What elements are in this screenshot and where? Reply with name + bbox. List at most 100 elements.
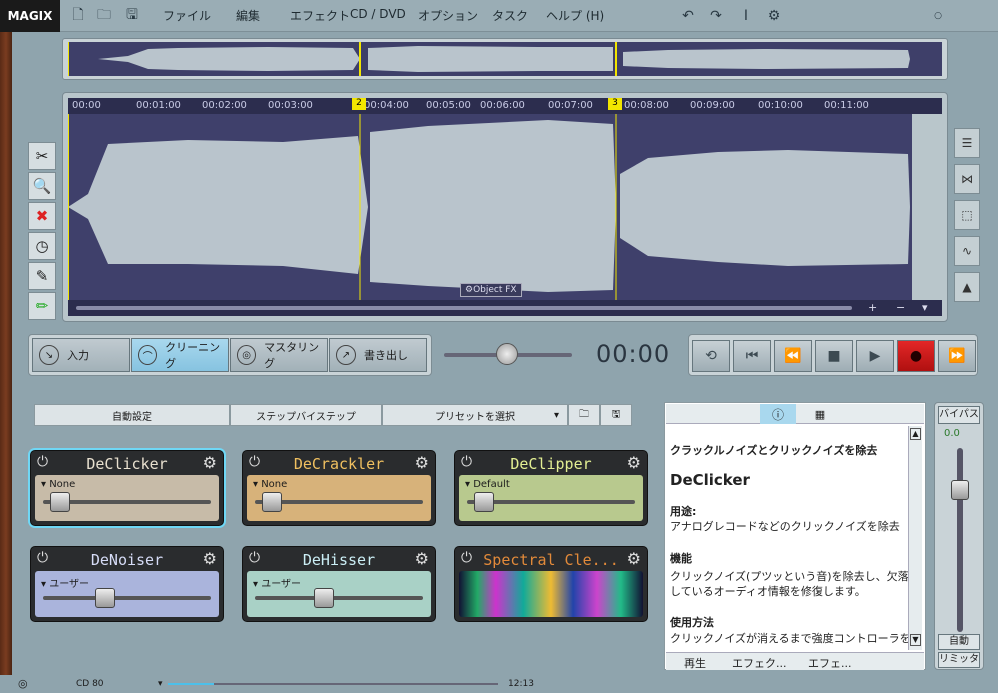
play-tab[interactable]: 再生 — [684, 655, 706, 671]
menu-help[interactable]: ヘルプ (H) — [546, 7, 604, 24]
object-fx-button[interactable]: ⚙ Object FX — [460, 283, 522, 297]
draw-icon[interactable]: ✏ — [28, 292, 56, 320]
effect-card[interactable]: ⏻ DeNoiser ⚙ ▾ ユーザー — [30, 546, 224, 622]
preset-dropdown[interactable]: ▾ None — [41, 479, 75, 490]
mode-cleaning-button[interactable]: ⌒ クリーニング — [131, 338, 229, 372]
cd-progress — [168, 683, 498, 685]
scroll-down-icon[interactable]: ▼ — [910, 634, 921, 646]
preset-dropdown[interactable]: ▾ None — [253, 479, 287, 490]
delete-icon[interactable]: ✖ — [28, 202, 56, 230]
stop-icon[interactable]: ■ — [815, 340, 853, 372]
overview-waveform[interactable] — [68, 42, 942, 76]
effect-slider-knob[interactable] — [474, 492, 495, 512]
window-dot-icon[interactable]: ○ — [930, 8, 946, 24]
mirror-icon[interactable]: ⋈ — [954, 164, 980, 194]
scissors-icon[interactable]: ✂ — [28, 142, 56, 170]
zoom-icon[interactable]: 🔍 — [28, 172, 56, 200]
settings-icon[interactable]: ⚙ — [766, 8, 782, 24]
meter-tab-icon[interactable]: ▦ — [802, 404, 838, 424]
output-fader-track[interactable] — [957, 448, 963, 632]
pencil-icon[interactable]: ✎ — [28, 262, 56, 290]
marker-3[interactable]: 3 — [608, 98, 622, 110]
info-tab-icon[interactable]: ⓘ — [760, 404, 796, 424]
menu-options[interactable]: オプション — [418, 7, 478, 24]
view-menu-button[interactable]: ▾ — [922, 301, 928, 314]
cursor-icon[interactable]: I — [738, 8, 754, 24]
effect-name: DeClicker — [86, 455, 168, 473]
effect-tab-2[interactable]: エフェ... — [808, 655, 852, 671]
effect-slider-track[interactable] — [255, 596, 423, 600]
open-folder-icon[interactable]: 🗀 — [96, 7, 112, 24]
auto-button[interactable]: 自動 — [938, 634, 980, 650]
effect-card[interactable]: ⏻ Spectral Cle... ⚙ — [454, 546, 648, 622]
auto-setting-button[interactable]: 自動設定 — [34, 404, 230, 426]
menu-effects[interactable]: エフェクト — [290, 7, 350, 24]
scroll-thumb[interactable] — [76, 306, 852, 310]
preset-dropdown[interactable]: ▾ ユーザー — [253, 575, 301, 590]
open-preset-icon[interactable]: 🗀 — [568, 404, 600, 426]
gear-icon[interactable]: ⚙ — [203, 453, 217, 472]
play-icon[interactable]: ▶ — [856, 340, 894, 372]
mode-export-button[interactable]: ↗ 書き出し — [329, 338, 427, 372]
skip-start-icon[interactable]: ⏮ — [733, 340, 771, 372]
gear-icon[interactable]: ⚙ — [627, 453, 641, 472]
main-waveform[interactable] — [68, 114, 912, 300]
chevron-down-icon: ▾ — [41, 479, 50, 490]
info-use-text: アナログレコードなどのクリックノイズを除去 — [670, 520, 900, 533]
effect-card[interactable]: ⏻ DeClipper ⚙ ▾ Default — [454, 450, 648, 526]
effect-slider-track[interactable] — [43, 596, 211, 600]
position-slider-knob[interactable] — [496, 343, 518, 365]
preset-dropdown[interactable]: ▾ ユーザー — [41, 575, 89, 590]
bypass-button[interactable]: バイパス — [938, 406, 980, 424]
menu-tasks[interactable]: タスク — [492, 7, 528, 24]
spectrum-icon[interactable]: ▲ — [954, 272, 980, 302]
zoom-out-button[interactable]: − — [896, 301, 905, 314]
gear-icon[interactable]: ⚙ — [415, 549, 429, 568]
undo-icon[interactable]: ↶ — [680, 8, 696, 24]
mode-mastering-button[interactable]: ◎ マスタリング — [230, 338, 328, 372]
effect-card[interactable]: ⏻ DeCrackler ⚙ ▾ None — [242, 450, 436, 526]
preset-dropdown[interactable]: ▾ Default — [465, 479, 510, 490]
menu-edit[interactable]: 編集 — [236, 7, 260, 24]
effect-slider-knob[interactable] — [50, 492, 71, 512]
limiter-button[interactable]: リミッタ — [938, 652, 980, 668]
selection-icon[interactable]: ⬚ — [954, 200, 980, 230]
effect-slider-knob[interactable] — [314, 588, 335, 608]
effect-tab-1[interactable]: エフェク... — [732, 655, 787, 671]
menu-cd-dvd[interactable]: CD / DVD — [350, 7, 406, 21]
gear-icon[interactable]: ⚙ — [415, 453, 429, 472]
zoom-in-button[interactable]: + — [868, 301, 877, 314]
spectral-preview[interactable] — [459, 571, 643, 617]
tracks-icon[interactable]: ☰ — [954, 128, 980, 158]
menu-file[interactable]: ファイル — [163, 7, 211, 24]
effect-slider-knob[interactable] — [262, 492, 283, 512]
rewind-icon[interactable]: ⏪ — [774, 340, 812, 372]
effect-card[interactable]: ⏻ DeHisser ⚙ ▾ ユーザー — [242, 546, 436, 622]
mode-input-button[interactable]: ↘ 入力 — [32, 338, 130, 372]
fast-forward-icon[interactable]: ⏩ — [938, 340, 976, 372]
step-by-step-button[interactable]: ステップバイステップ — [230, 404, 382, 426]
new-file-icon[interactable]: 🗋 — [70, 7, 86, 24]
output-fader-knob[interactable] — [951, 480, 969, 500]
input-icon: ↘ — [39, 345, 59, 365]
effect-slider-knob[interactable] — [94, 588, 115, 608]
record-icon[interactable]: ● — [897, 340, 935, 372]
preset-select[interactable]: プリセットを選択 ▾ — [382, 404, 568, 426]
gear-icon[interactable]: ⚙ — [627, 549, 641, 568]
clock-icon[interactable]: ◷ — [28, 232, 56, 260]
redo-icon[interactable]: ↷ — [708, 8, 724, 24]
preset-value: ユーザー — [261, 579, 302, 590]
curve-icon[interactable]: ∿ — [954, 236, 980, 266]
info-scrollbar[interactable]: ▲ ▼ — [908, 426, 922, 650]
loop-icon[interactable]: ⟲ — [692, 340, 730, 372]
time-ruler[interactable]: 00:00 00:01:00 00:02:00 00:03:00 00:04:0… — [68, 98, 942, 114]
horizontal-scrollbar[interactable]: + − ▾ — [68, 300, 942, 316]
chevron-down-icon[interactable]: ▾ — [158, 679, 163, 689]
gear-icon[interactable]: ⚙ — [203, 549, 217, 568]
save-preset-icon[interactable]: 🖫 — [600, 404, 632, 426]
effect-card[interactable]: ⏻ DeClicker ⚙ ▾ None — [30, 450, 224, 526]
scroll-up-icon[interactable]: ▲ — [910, 428, 921, 440]
marker-2[interactable]: 2 — [352, 98, 366, 110]
save-icon[interactable]: 🖫 — [124, 7, 140, 24]
status-icon[interactable]: ◎ — [18, 677, 28, 690]
